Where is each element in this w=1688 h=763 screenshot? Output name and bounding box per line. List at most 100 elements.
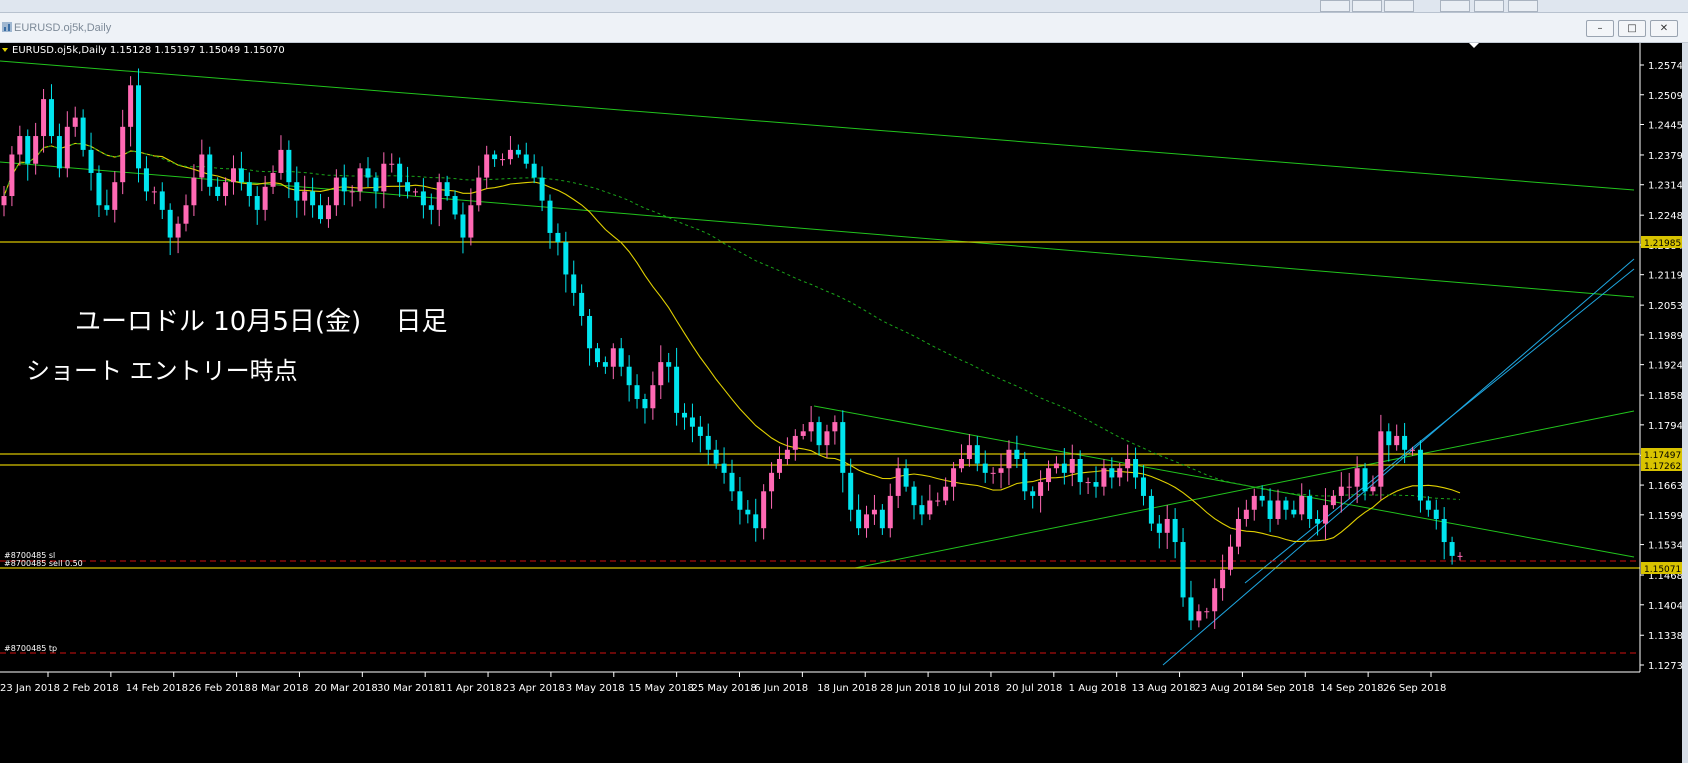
candle-body (958, 459, 964, 469)
candle-body (555, 232, 561, 243)
close-button[interactable]: ✕ (1650, 20, 1678, 37)
candle-body (1394, 435, 1400, 446)
candle-body (721, 463, 727, 473)
candle-body (935, 500, 941, 502)
candle-body (183, 205, 189, 224)
candle-body (579, 292, 585, 316)
candle-body (515, 149, 521, 155)
candle-body (824, 431, 830, 446)
candle-body (238, 168, 244, 183)
candle-body (80, 117, 86, 150)
candle-body (602, 362, 608, 367)
candle-body (72, 117, 78, 127)
candle-body (341, 177, 347, 192)
candle-body (136, 85, 142, 169)
chart-window-titlebar[interactable]: EURUSD.oj5k,Daily – □ ✕ (0, 13, 1688, 43)
date-tick-label: 6 Jun 2018 (754, 683, 808, 694)
candle-body (9, 154, 15, 197)
candle-body (1093, 482, 1099, 487)
candle-body (761, 491, 767, 529)
candle-body (1085, 482, 1091, 484)
chart-canvas[interactable]: EURUSD.oj5k,Daily 1.15128 1.15197 1.1504… (0, 43, 1688, 763)
candle-body (444, 182, 450, 197)
candle-body (745, 509, 751, 515)
candle-body (1077, 459, 1083, 483)
dropdown-triangle-icon[interactable] (2, 48, 8, 52)
toolbar-button[interactable] (1384, 0, 1414, 12)
trendline-triangle-bottom[interactable] (854, 410, 1635, 569)
candle-body (1069, 459, 1075, 473)
candle-body (262, 186, 268, 210)
trendline-triangle-top[interactable] (813, 405, 1635, 558)
toolbar-button[interactable] (1474, 0, 1504, 12)
candle-body (104, 205, 110, 210)
price-tick-label: 1.19245 (1648, 361, 1682, 372)
minimize-button[interactable]: – (1586, 20, 1614, 37)
candle-body (1109, 468, 1115, 478)
candle-body (974, 445, 980, 464)
price-axis[interactable]: 1.25740 1.25095 1.24450 1.23790 1.23145 1.224… (1640, 61, 1682, 672)
channel-line-lower[interactable] (1162, 258, 1635, 666)
trendline-upper[interactable] (0, 60, 1635, 191)
candle-body (223, 182, 229, 197)
date-tick-label: 10 Jul 2018 (943, 683, 1000, 694)
candle-body (1417, 449, 1423, 501)
candle-body (436, 182, 442, 210)
candle-body (112, 182, 118, 210)
candle-body (294, 182, 300, 201)
candle-body (1188, 597, 1194, 621)
candle-body (982, 463, 988, 473)
shift-marker-icon[interactable] (1469, 43, 1479, 48)
candle-body (871, 509, 877, 515)
candle-body (966, 445, 972, 460)
candle-body (365, 168, 371, 178)
candle-body (41, 99, 47, 137)
candle-body (808, 422, 814, 432)
date-tick-label: 28 Jun 2018 (880, 683, 940, 694)
candle-body (1299, 495, 1305, 515)
price-tick-label: 1.15345 (1648, 541, 1682, 552)
order-sell-label: #8700485 sell 0.50 (4, 559, 83, 568)
chart-icon (2, 22, 12, 32)
candle-body (990, 472, 996, 474)
restore-button[interactable]: □ (1618, 20, 1646, 37)
toolbar-button[interactable] (1440, 0, 1470, 12)
candle-body (56, 136, 62, 169)
candle-body (729, 472, 735, 492)
candle-body (1038, 482, 1044, 496)
date-tick-label: 20 Jul 2018 (1006, 683, 1063, 694)
candle-body (1117, 468, 1123, 478)
candle-body (420, 191, 426, 206)
toolbar-button[interactable] (1320, 0, 1350, 12)
candle-body (1204, 611, 1210, 613)
candle-body (389, 163, 395, 165)
candle-body (1125, 459, 1131, 469)
toolbar-button[interactable] (1508, 0, 1538, 12)
candle-body (1259, 495, 1265, 501)
date-tick-label: 13 Aug 2018 (1132, 683, 1196, 694)
candle-body (476, 177, 482, 206)
candle-body (1156, 523, 1162, 533)
candle-body (856, 509, 862, 529)
price-chart-svg[interactable]: EURUSD.oj5k,Daily 1.15128 1.15197 1.1504… (0, 43, 1682, 763)
candle-body (650, 385, 656, 409)
candle-body (357, 168, 363, 192)
trendline-mid[interactable] (0, 161, 1635, 298)
channel-line-upper[interactable] (1244, 268, 1635, 584)
candle-body (737, 491, 743, 510)
date-tick-label: 8 Mar 2018 (251, 683, 308, 694)
candle-body (1061, 463, 1067, 473)
candle-body (784, 449, 790, 460)
candle-body (1370, 486, 1376, 492)
candles-layer (1, 68, 1463, 631)
date-axis[interactable]: 23 Jan 2018 2 Feb 2018 14 Feb 2018 26 Feb 2… (0, 672, 1446, 694)
candle-body (278, 149, 284, 173)
candle-body (500, 159, 506, 161)
candle-body (587, 315, 593, 349)
candle-body (713, 449, 719, 464)
price-tick-label: 1.18585 (1648, 391, 1682, 402)
candle-body (1022, 459, 1028, 492)
chart-header-info: EURUSD.oj5k,Daily 1.15128 1.15197 1.1504… (12, 45, 285, 56)
candle-body (1291, 509, 1297, 515)
toolbar-button[interactable] (1352, 0, 1382, 12)
